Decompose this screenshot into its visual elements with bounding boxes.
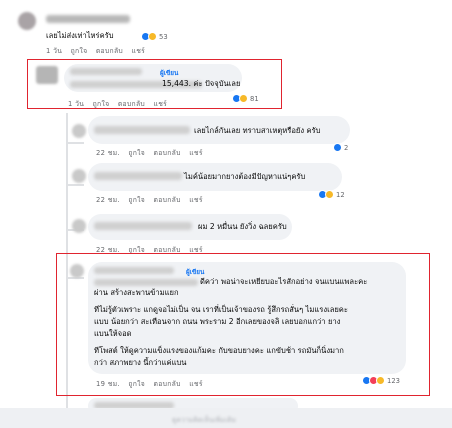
share-button[interactable]: แชร์ [132,47,146,55]
haha-reaction-icon [325,190,334,199]
reply-button[interactable]: ตอบกลับ [118,100,145,108]
haha-reaction-icon [376,376,385,385]
comment-actions: 22 ชม. ถูกใจ ตอบกลับ แชร์ [96,194,209,205]
redacted-name [46,15,130,23]
like-button[interactable]: ถูกใจ [128,149,145,157]
reply-button[interactable]: ตอบกลับ [154,380,181,388]
comment-actions: 19 ชม. ถูกใจ ตอบกลับ แชร์ [96,378,209,389]
comment-line: กว่า สภาพยาง นี้กว่าแค่แบน [94,358,187,367]
reply-button[interactable]: ตอบกลับ [154,196,181,204]
reactions[interactable]: 12 [318,190,345,199]
author-badge: ผู้เขียน [160,69,179,77]
comment-time[interactable]: 1 วัน [46,47,62,55]
comment-text: 15,443. ค่ะ ปัจจุบันเลย [162,79,241,88]
like-button[interactable]: ถูกใจ [128,380,145,388]
comment-actions: 1 วัน ถูกใจ ตอบกลับ แชร์ [46,45,151,56]
comment-time[interactable]: 1 วัน [68,100,84,108]
share-button[interactable]: แชร์ [189,380,203,388]
comment-text: ไมค์น้อยมากยางต้องมีปัญหาแน่ๆครับ [184,172,306,181]
comment-text: ผม 2 หมื่นน ยังวิ่ง ฉลยครับ [198,222,287,231]
reactions[interactable]: 81 [232,94,259,103]
thread-line [66,142,84,144]
comment-line: แบนให้จอด [94,329,132,338]
comment-time[interactable]: 22 ชม. [96,196,120,204]
redacted-name [94,222,192,230]
like-reaction-icon [333,143,342,152]
comment-line: ทีโพสต์ ให้ดูความแข็งแรงของแก้มคะ กับขอบ… [94,346,344,355]
avatar[interactable] [70,264,84,278]
reply-button[interactable]: ตอบกลับ [96,47,123,55]
reactions[interactable]: 123 [362,376,400,385]
more-comments-link[interactable]: ดูความคิดเห็นเพิ่มเติม [172,414,236,425]
share-button[interactable]: แชร์ [154,100,168,108]
comment-actions: 1 วัน ถูกใจ ตอบกลับ แชร์ [68,98,173,109]
comment-line: ผ่าน สร้างสะพานข้ามแยก [94,288,179,297]
comment-text: เลยไม่ส่งเท่าไหร่ครับ [46,31,114,40]
comment-line: ดีคว่า พอน่าจะเหยียบอะไรสักอย่าง จนแบนแพ… [200,277,368,286]
redacted-name [94,172,182,180]
reactions[interactable]: 53 [141,32,168,41]
like-button[interactable]: ถูกใจ [71,47,88,55]
haha-reaction-icon [148,32,157,41]
avatar[interactable] [36,66,58,84]
comment-time[interactable]: 19 ชม. [96,380,120,388]
avatar[interactable] [72,124,86,138]
like-button[interactable]: ถูกใจ [128,196,145,204]
reactions[interactable]: 2 [333,143,348,152]
avatar[interactable] [18,12,36,30]
comment-line: ทีไม่รู้ตัวเพราะ แกดูจอไม่เป็น จน เราที่… [94,305,348,314]
avatar[interactable] [72,169,86,183]
redacted-name [94,126,190,134]
haha-reaction-icon [239,94,248,103]
reply-button[interactable]: ตอบกลับ [154,149,181,157]
avatar[interactable] [72,219,86,233]
share-button[interactable]: แชร์ [189,149,203,157]
redacted-text [94,279,198,286]
comment-text: เลยไกล์กันเลย ทราบสาเหตุหรือยัง ครับ [194,126,321,135]
redacted-name [70,68,142,75]
like-button[interactable]: ถูกใจ [93,100,110,108]
comment-actions: 22 ชม. ถูกใจ ตอบกลับ แชร์ [96,147,209,158]
thread-line [66,184,84,186]
redacted-name [94,267,174,274]
comment-time[interactable]: 22 ชม. [96,149,120,157]
share-button[interactable]: แชร์ [189,196,203,204]
comment-line: แบบ น้อยกว่า สะเทือนจาก ถนน พระราม 2 อีก… [94,317,341,326]
